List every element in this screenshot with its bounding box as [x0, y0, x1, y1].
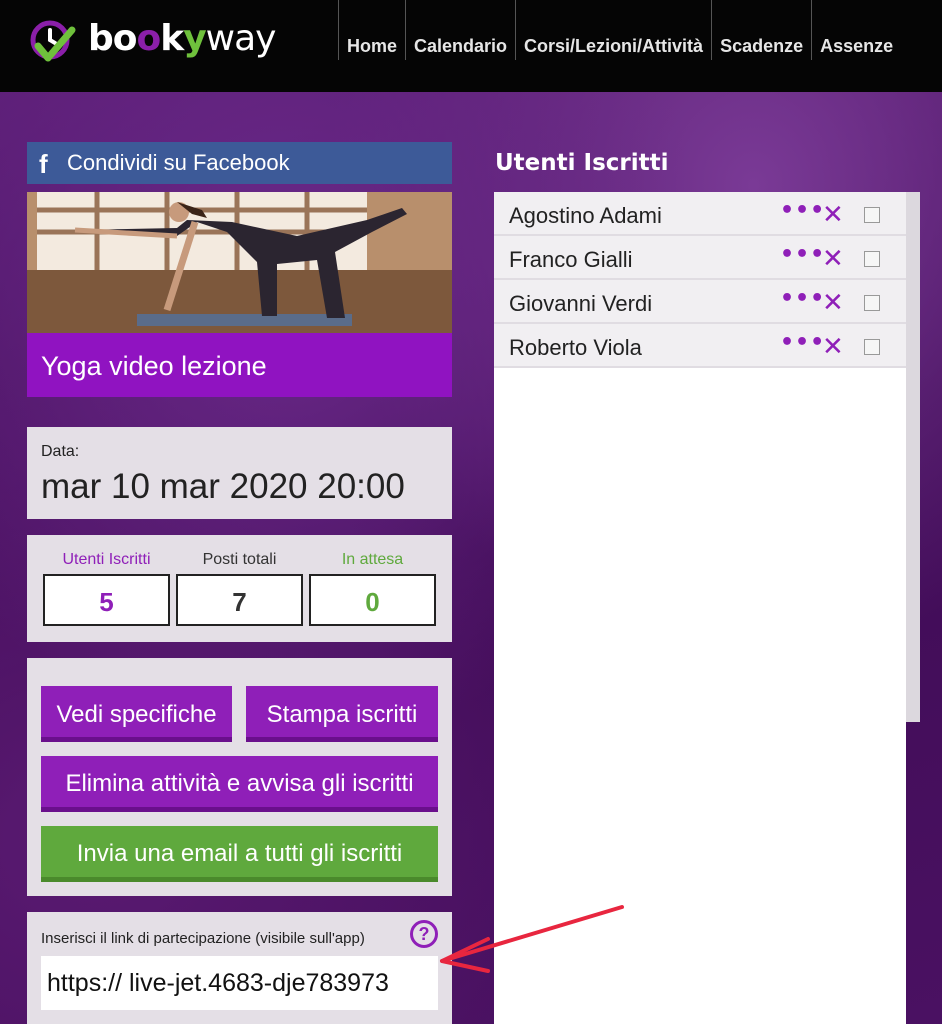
user-row: Agostino Adami ••• ✕: [494, 192, 906, 236]
stat-total-label: Posti totali: [202, 551, 277, 568]
user-row: Giovanni Verdi ••• ✕: [494, 280, 906, 324]
stat-enrolled-label: Utenti Iscritti: [62, 551, 151, 568]
stat-waiting-label: In attesa: [341, 551, 404, 568]
delete-activity-button[interactable]: Elimina attività e avvisa gli iscritti: [41, 756, 438, 812]
user-checkbox[interactable]: [864, 251, 880, 267]
stat-enrolled: Utenti Iscritti 5: [43, 551, 170, 626]
nav-item-assenze[interactable]: Assenze: [811, 0, 901, 60]
link-panel: Inserisci il link di partecipazione (vis…: [27, 912, 452, 1024]
email-all-button[interactable]: Invia una email a tutti gli iscritti: [41, 826, 438, 882]
user-checkbox[interactable]: [864, 339, 880, 355]
date-value: mar 10 mar 2020 20:00: [41, 467, 405, 506]
user-row: Roberto Viola ••• ✕: [494, 324, 906, 368]
user-checkbox[interactable]: [864, 295, 880, 311]
users-title: Utenti Iscritti: [495, 150, 669, 176]
remove-user-icon[interactable]: ✕: [822, 244, 844, 274]
user-row: Franco Gialli ••• ✕: [494, 236, 906, 280]
share-facebook-button[interactable]: f Condividi su Facebook: [27, 142, 452, 184]
link-label: Inserisci il link di partecipazione (vis…: [41, 930, 365, 947]
remove-user-icon[interactable]: ✕: [822, 288, 844, 318]
actions-panel: Vedi specifiche Stampa iscritti Elimina …: [27, 658, 452, 896]
main-nav: Home Calendario Corsi/Lezioni/Attività S…: [338, 0, 901, 92]
user-name: Agostino Adami: [509, 203, 662, 228]
more-options-icon[interactable]: •••: [780, 330, 825, 355]
user-checkbox[interactable]: [864, 207, 880, 223]
bookyway-logo[interactable]: bookyway: [28, 16, 298, 68]
remove-user-icon[interactable]: ✕: [822, 332, 844, 362]
view-specs-button[interactable]: Vedi specifiche: [41, 686, 232, 742]
users-scrollbar[interactable]: [906, 192, 920, 722]
participation-link-input[interactable]: [41, 956, 438, 1010]
stat-waiting: In attesa 0: [309, 551, 436, 626]
stat-waiting-value: 0: [309, 574, 436, 626]
user-name: Franco Gialli: [509, 247, 633, 272]
lesson-photo: [27, 192, 452, 333]
nav-item-corsi[interactable]: Corsi/Lezioni/Attività: [515, 0, 711, 60]
nav-item-calendario[interactable]: Calendario: [405, 0, 515, 60]
more-options-icon[interactable]: •••: [780, 198, 825, 223]
remove-user-icon[interactable]: ✕: [822, 200, 844, 230]
more-options-icon[interactable]: •••: [780, 286, 825, 311]
lesson-title: Yoga video lezione: [27, 333, 452, 397]
print-enrolled-button[interactable]: Stampa iscritti: [246, 686, 438, 742]
user-name: Giovanni Verdi: [509, 291, 653, 316]
stat-total-value: 7: [176, 574, 303, 626]
share-facebook-label: Condividi su Facebook: [67, 150, 290, 175]
logo-wordmark: bookyway: [88, 18, 276, 59]
nav-item-scadenze[interactable]: Scadenze: [711, 0, 811, 60]
facebook-icon: f: [39, 149, 48, 179]
stat-total: Posti totali 7: [176, 551, 303, 626]
date-label: Data:: [41, 443, 80, 460]
top-navigation-bar: bookyway Home Calendario Corsi/Lezioni/A…: [0, 0, 942, 92]
more-options-icon[interactable]: •••: [780, 242, 825, 267]
stat-enrolled-value: 5: [43, 574, 170, 626]
annotation-arrow-icon: [440, 905, 624, 973]
nav-item-home[interactable]: Home: [338, 0, 405, 60]
date-panel: Data: mar 10 mar 2020 20:00: [27, 427, 452, 519]
stats-panel: Utenti Iscritti 5 Posti totali 7 In atte…: [27, 535, 452, 642]
user-name: Roberto Viola: [509, 335, 642, 360]
yoga-photo-illustration: [27, 192, 452, 333]
logo-clock-check-icon: [30, 20, 76, 62]
